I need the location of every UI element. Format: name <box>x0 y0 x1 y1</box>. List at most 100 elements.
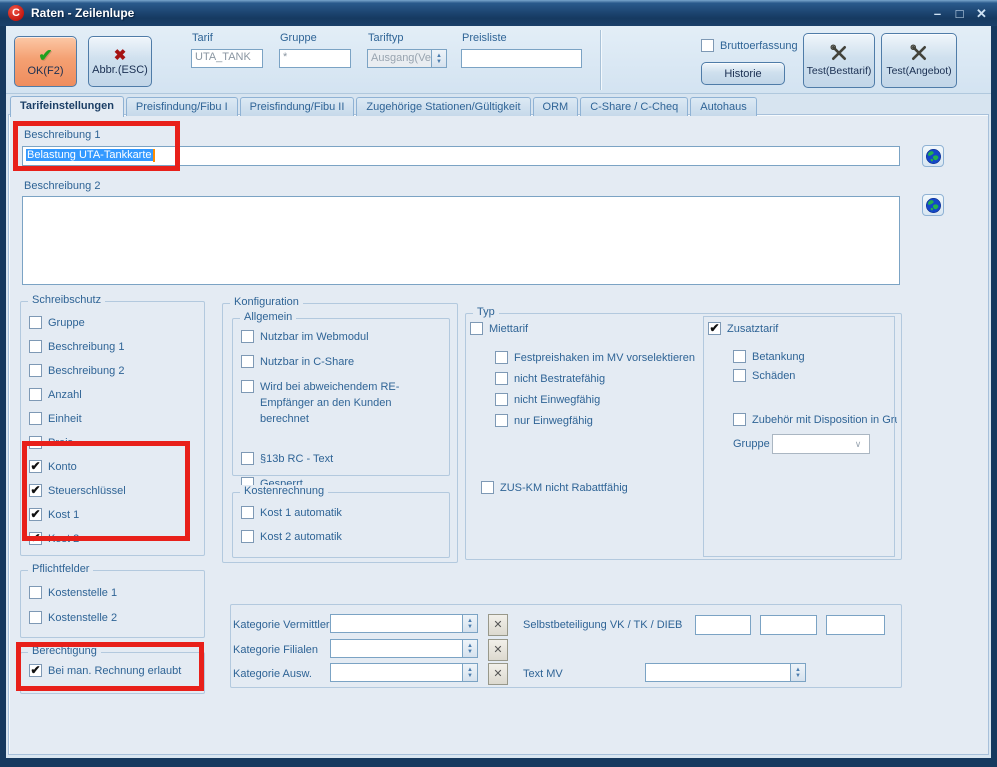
sb-vk-field[interactable] <box>695 615 751 635</box>
checkbox-box[interactable] <box>733 413 746 426</box>
checkbox-kost-1-automatik[interactable]: Kost 1 automatik <box>241 505 443 521</box>
checkbox-box[interactable] <box>241 506 254 519</box>
tab-autohaus[interactable]: Autohaus <box>690 97 756 116</box>
tab-tarifeinstellungen[interactable]: Tarifeinstellungen <box>10 96 124 117</box>
kategorie-vermittler-field[interactable]: ▲▼ <box>330 614 478 633</box>
checkbox-konto[interactable]: ✔Konto <box>29 459 200 475</box>
checkbox-bruttoerfassung[interactable]: Bruttoerfassung <box>701 38 798 54</box>
kategorie-filialen-field[interactable]: ▲▼ <box>330 639 478 658</box>
beschreibung1-field[interactable]: Belastung UTA-Tankkarte <box>22 146 900 166</box>
checkbox-zusatztarif[interactable]: ✔Zusatztarif <box>708 321 778 337</box>
checkbox-box[interactable]: ✔ <box>29 508 42 521</box>
kategorie-filialen-clear-button[interactable]: ✕ <box>488 639 508 661</box>
test-besttarif-button[interactable]: Test(Besttarif) <box>803 33 875 88</box>
checkbox-nicht-bestratefähig[interactable]: nicht Bestratefähig <box>495 371 705 387</box>
maximize-button[interactable]: □ <box>952 6 967 21</box>
spinner-arrows-icon[interactable]: ▲▼ <box>790 664 805 681</box>
checkbox-box[interactable] <box>29 388 42 401</box>
beschreibung2-field[interactable] <box>22 196 900 285</box>
close-button[interactable]: ✕ <box>974 6 989 21</box>
checkbox-box[interactable] <box>241 380 254 393</box>
checkbox-beschreibung-1[interactable]: Beschreibung 1 <box>29 339 200 355</box>
checkbox-miettarif[interactable]: Miettarif <box>470 321 528 337</box>
checkbox-nutzbar-im-webmodul[interactable]: Nutzbar im Webmodul <box>241 329 443 345</box>
zusatztarif-checkbox[interactable]: ✔Zusatztarif <box>708 321 782 337</box>
gruppe-field[interactable]: * <box>279 49 351 68</box>
checkbox-schäden[interactable]: Schäden <box>733 368 891 384</box>
checkbox-kost-2[interactable]: ✔Kost 2 <box>29 531 200 547</box>
checkbox-kost-2-automatik[interactable]: Kost 2 automatik <box>241 529 443 545</box>
checkbox-box[interactable] <box>495 393 508 406</box>
tariftyp-spinner[interactable]: Ausgang(Ver ▲▼ <box>367 49 447 68</box>
kategorie-ausw-clear-button[interactable]: ✕ <box>488 663 508 685</box>
checkbox-box[interactable] <box>733 369 746 382</box>
checkbox-box[interactable] <box>481 481 494 494</box>
checkbox-box[interactable] <box>241 452 254 465</box>
checkbox-anzahl[interactable]: Anzahl <box>29 387 200 403</box>
checkbox-box[interactable] <box>29 364 42 377</box>
text-mv-field[interactable]: ▲▼ <box>645 663 806 682</box>
sb-tk-field[interactable] <box>760 615 817 635</box>
cancel-button[interactable]: ✖ Abbr.(ESC) <box>88 36 152 87</box>
checkbox-box[interactable] <box>241 530 254 543</box>
checkbox-13b-rc-text[interactable]: §13b RC - Text <box>241 451 443 467</box>
checkbox-box[interactable] <box>29 340 42 353</box>
checkbox-kost-1[interactable]: ✔Kost 1 <box>29 507 200 523</box>
test-angebot-button[interactable]: Test(Angebot) <box>881 33 957 88</box>
checkbox-box[interactable] <box>495 351 508 364</box>
checkbox-einheit[interactable]: Einheit <box>29 411 200 427</box>
checkbox-nicht-einwegfähig[interactable]: nicht Einwegfähig <box>495 392 705 408</box>
checkbox-zus-km-nicht-rabattfähig[interactable]: ZUS-KM nicht Rabattfähig <box>481 480 628 496</box>
zubehoer-checkbox[interactable]: Zubehör mit Disposition in Grupp <box>733 412 897 428</box>
checkbox-gruppe[interactable]: Gruppe <box>29 315 200 331</box>
spinner-arrows-icon[interactable]: ▲▼ <box>431 50 446 67</box>
kategorie-vermittler-clear-button[interactable]: ✕ <box>488 614 508 636</box>
checkbox-beschreibung-2[interactable]: Beschreibung 2 <box>29 363 200 379</box>
checkbox-box[interactable] <box>29 316 42 329</box>
spinner-arrows-icon[interactable]: ▲▼ <box>462 640 477 657</box>
checkbox-bei-man-rechnung-erlaubt[interactable]: ✔Bei man. Rechnung erlaubt <box>29 663 200 679</box>
zuskm-checkbox[interactable]: ZUS-KM nicht Rabattfähig <box>481 480 628 496</box>
checkbox-box[interactable]: ✔ <box>29 460 42 473</box>
tab-c-share-c-cheq[interactable]: C-Share / C-Cheq <box>580 97 688 116</box>
checkbox-festpreishaken-im-mv-vorselektieren[interactable]: Festpreishaken im MV vorselektieren <box>495 350 705 366</box>
kategorie-ausw-field[interactable]: ▲▼ <box>330 663 478 682</box>
bruttoerfassung-checkbox[interactable]: Bruttoerfassung <box>701 38 798 54</box>
checkbox-box[interactable] <box>29 611 42 624</box>
checkbox-nutzbar-in-c-share[interactable]: Nutzbar in C-Share <box>241 354 443 370</box>
tab-orm[interactable]: ORM <box>533 97 579 116</box>
miettarif-checkbox[interactable]: Miettarif <box>470 321 528 337</box>
checkbox-zubehör-mit-disposition-in-grupp[interactable]: Zubehör mit Disposition in Grupp <box>733 412 897 428</box>
checkbox-kostenstelle-1[interactable]: Kostenstelle 1 <box>29 585 200 601</box>
translate-beschreibung2-button[interactable] <box>922 194 944 216</box>
checkbox-box[interactable]: ✔ <box>29 664 42 677</box>
checkbox-box[interactable] <box>470 322 483 335</box>
checkbox-box[interactable] <box>495 372 508 385</box>
translate-beschreibung1-button[interactable] <box>922 145 944 167</box>
tab-preisfindung-fibu-ii[interactable]: Preisfindung/Fibu II <box>240 97 355 116</box>
checkbox-wird-bei-abweichendem-re-empfänger-an-den-kunden-berechnet[interactable]: Wird bei abweichendem RE-Empfänger an de… <box>241 379 443 427</box>
checkbox-preis[interactable]: Preis <box>29 435 200 451</box>
historie-button[interactable]: Historie <box>701 62 785 85</box>
checkbox-box[interactable] <box>29 412 42 425</box>
tab-zugehörige-stationen-gültigkeit[interactable]: Zugehörige Stationen/Gültigkeit <box>356 97 530 116</box>
checkbox-kostenstelle-2[interactable]: Kostenstelle 2 <box>29 610 200 626</box>
checkbox-box[interactable] <box>241 355 254 368</box>
checkbox-box[interactable]: ✔ <box>29 484 42 497</box>
checkbox-box[interactable] <box>29 586 42 599</box>
typ-gruppe-dropdown[interactable]: ∨ <box>772 434 870 454</box>
checkbox-steuerschlüssel[interactable]: ✔Steuerschlüssel <box>29 483 200 499</box>
checkbox-box[interactable] <box>495 414 508 427</box>
checkbox-box[interactable] <box>733 350 746 363</box>
berechtigung-checkbox[interactable]: ✔Bei man. Rechnung erlaubt <box>29 663 200 679</box>
tab-preisfindung-fibu-i[interactable]: Preisfindung/Fibu I <box>126 97 238 116</box>
checkbox-box[interactable]: ✔ <box>708 322 721 335</box>
tarif-field[interactable]: UTA_TANK <box>191 49 263 68</box>
preisliste-field[interactable] <box>461 49 582 68</box>
checkbox-box[interactable]: ✔ <box>29 532 42 545</box>
checkbox-betankung[interactable]: Betankung <box>733 349 891 365</box>
checkbox-box[interactable] <box>241 330 254 343</box>
spinner-arrows-icon[interactable]: ▲▼ <box>462 615 477 632</box>
spinner-arrows-icon[interactable]: ▲▼ <box>462 664 477 681</box>
sb-dieb-field[interactable] <box>826 615 885 635</box>
